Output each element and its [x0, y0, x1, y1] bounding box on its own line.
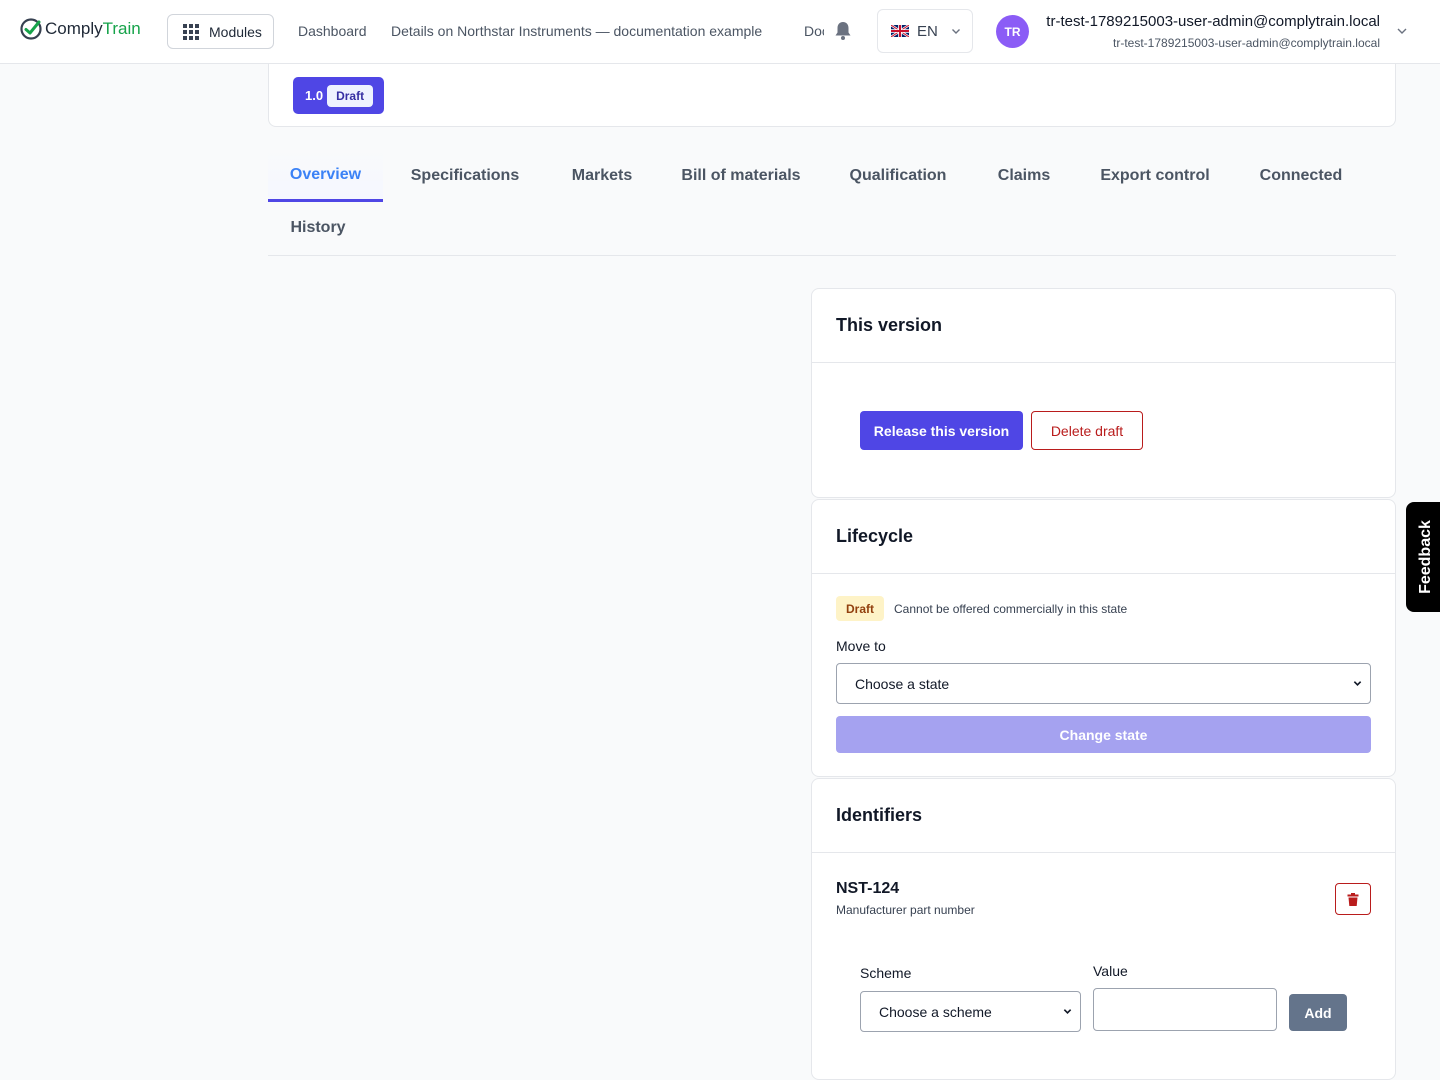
identifiers-panel: Identifiers NST-124 Manufacturer part nu…	[811, 778, 1396, 1080]
state-select-value: Choose a state	[855, 675, 950, 692]
product-tabs: Overview Specifications Markets Bill of …	[268, 150, 1396, 256]
bell-icon[interactable]	[834, 21, 852, 41]
tab-qualification[interactable]: Qualification	[833, 150, 963, 202]
add-identifier-button[interactable]: Add	[1289, 994, 1347, 1031]
this-version-panel: This version Release this version Delete…	[811, 288, 1396, 498]
check-circle-icon	[20, 18, 42, 40]
this-version-title: This version	[812, 289, 1395, 363]
identifier-value: NST-124	[836, 880, 900, 897]
scheme-label: Scheme	[860, 965, 912, 981]
feedback-label: Feedback	[1417, 520, 1434, 594]
identifier-value-input[interactable]	[1093, 988, 1277, 1031]
tab-history[interactable]: History	[268, 202, 368, 254]
trash-icon	[1347, 892, 1359, 906]
language-label: EN	[917, 22, 938, 40]
scheme-select-value: Choose a scheme	[879, 1003, 992, 1020]
version-status-pill: Draft	[327, 84, 374, 107]
lifecycle-title: Lifecycle	[812, 500, 1395, 574]
feedback-tab[interactable]: Feedback	[1406, 502, 1440, 612]
nav-details-link[interactable]: Details on Northstar Instruments — docum…	[391, 23, 762, 39]
language-selector[interactable]: EN	[877, 9, 973, 53]
lifecycle-state-note: Cannot be offered commercially in this s…	[894, 602, 1128, 616]
tab-bill-of-materials[interactable]: Bill of materials	[667, 150, 815, 202]
lifecycle-state-badge: Draft	[836, 596, 885, 621]
delete-draft-button[interactable]: Delete draft	[1031, 411, 1143, 450]
chevron-down-icon	[1353, 680, 1362, 686]
tab-specifications[interactable]: Specifications	[395, 150, 535, 202]
grid-icon	[183, 23, 199, 40]
delete-identifier-button[interactable]	[1335, 883, 1371, 915]
release-version-button[interactable]: Release this version	[860, 411, 1023, 450]
value-label: Value	[1093, 963, 1128, 979]
user-name[interactable]: tr-test-1789215003-user-admin@complytrai…	[1046, 13, 1380, 30]
version-badge[interactable]: 1.0 Draft	[293, 77, 385, 114]
tab-export-control[interactable]: Export control	[1084, 150, 1226, 202]
version-number: 1.0	[305, 88, 324, 103]
tab-overview[interactable]: Overview	[268, 150, 383, 202]
tab-connected[interactable]: Connected	[1242, 150, 1360, 202]
uk-flag-icon	[891, 25, 909, 37]
chevron-down-icon	[951, 29, 960, 34]
complytrain-logo[interactable]: Comply Train	[19, 17, 141, 41]
user-avatar[interactable]: TR	[996, 15, 1029, 48]
logo-text-comply: Comply	[45, 19, 103, 38]
identifier-type: Manufacturer part number	[836, 903, 975, 917]
user-email: tr-test-1789215003-user-admin@complytrai…	[1113, 36, 1380, 50]
top-navbar: Comply Train Modules Dashboard Details on…	[0, 0, 1440, 64]
state-select[interactable]: Choose a state	[836, 663, 1371, 704]
change-state-button[interactable]: Change state	[836, 716, 1371, 753]
modules-button[interactable]: Modules	[167, 14, 274, 49]
user-menu-chevron-icon[interactable]	[1396, 25, 1408, 37]
tab-claims[interactable]: Claims	[980, 150, 1068, 202]
nav-dashboard-link[interactable]: Dashboard	[298, 23, 367, 39]
move-to-label: Move to	[836, 638, 886, 654]
chevron-down-icon	[1063, 1008, 1072, 1014]
logo-text-train: Train	[102, 19, 141, 38]
scheme-select[interactable]: Choose a scheme	[860, 991, 1081, 1032]
nav-documents-link[interactable]: Documents	[804, 23, 824, 39]
lifecycle-panel: Lifecycle Draft Cannot be offered commer…	[811, 499, 1396, 777]
version-header-card: 1.0 Draft	[268, 64, 1396, 127]
tab-markets[interactable]: Markets	[553, 150, 651, 202]
identifiers-title: Identifiers	[812, 779, 1395, 853]
modules-label: Modules	[209, 23, 262, 40]
